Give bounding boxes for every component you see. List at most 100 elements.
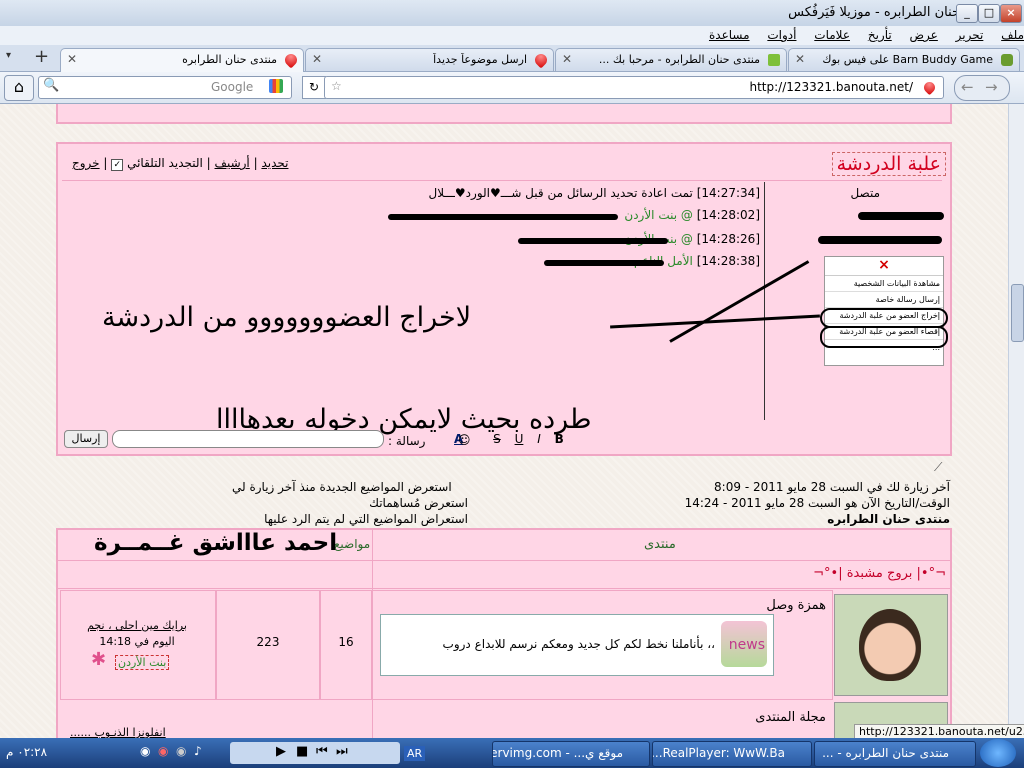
tray-icon[interactable]: ◉ — [158, 744, 168, 758]
posts-cell: 223 — [216, 590, 320, 700]
search-box[interactable]: 🔍 Google — [38, 76, 292, 99]
vertical-scrollbar[interactable] — [1008, 104, 1024, 738]
url-bar[interactable]: ☆ http://123321.banouta.net/ — [324, 76, 944, 99]
tab-list-icon[interactable]: ▾ — [6, 50, 11, 61]
send-button[interactable]: إرسال — [64, 430, 108, 448]
tab-close-icon[interactable]: ✕ — [67, 52, 77, 66]
annotation-kick-text: لاخراج العضووووووو من الدردشة — [102, 302, 472, 333]
language-indicator[interactable]: AR — [404, 746, 426, 761]
page-content: علبة الدردشة تحديد | أرشيف | التجديد الت… — [0, 104, 1008, 738]
forum-column-header: منتدى — [644, 537, 676, 552]
tab-close-icon[interactable]: ✕ — [312, 52, 322, 66]
tab-forum-active[interactable]: منتدى حنان الطرابره ✕ — [60, 48, 304, 72]
message-input[interactable] — [112, 430, 384, 448]
menu-tools[interactable]: أدوات — [767, 28, 796, 42]
last-post-time: اليوم في 14:18 — [99, 635, 175, 648]
menu-edit[interactable]: تحرير — [956, 28, 984, 42]
context-private-message[interactable]: إرسال رسالة خاصة — [825, 292, 943, 308]
context-view-profile[interactable]: مشاهدة البيانات الشخصية — [825, 276, 943, 292]
menu-file[interactable]: ملف — [1001, 28, 1024, 42]
header-divider — [58, 560, 950, 561]
tab-new-topic[interactable]: ارسل موضوعاً جديداً ✕ — [305, 48, 554, 71]
italic-button[interactable]: I — [537, 432, 541, 446]
kick-highlight-circle — [820, 308, 948, 328]
bold-button[interactable]: B — [555, 432, 564, 446]
maximize-button[interactable]: □ — [978, 4, 1000, 23]
last-visit-text: آخر زيارة لك في السبت 28 مايو 2011 - 8:0… — [714, 480, 950, 494]
my-posts-link[interactable]: استعرض مُساهماتك — [232, 496, 468, 510]
annotation-arrow — [669, 260, 810, 343]
last-post-title[interactable]: برايك مين احلى ، نجم — [69, 619, 205, 632]
google-icon — [269, 79, 283, 93]
reload-icon[interactable]: ↻ — [302, 76, 326, 99]
strike-button[interactable]: S — [493, 432, 501, 446]
chatbox-controls: تحديد | أرشيف | التجديد التلقائي ✓ | خرو… — [72, 156, 289, 171]
resize-handle-icon[interactable]: ⟋ — [934, 460, 942, 475]
unanswered-link[interactable]: استعراض المواضيع التي لم يتم الرد عليها — [232, 512, 468, 526]
scrollbar-thumb[interactable] — [1011, 284, 1024, 342]
menu-help[interactable]: مساعدة — [709, 28, 750, 42]
asterisk-icon: ✱ — [91, 649, 107, 670]
new-topics-link[interactable]: استعرض المواضيع الجديدة منذ آخر زيارة لي — [232, 480, 452, 494]
menu-bookmarks[interactable]: علامات — [814, 28, 850, 42]
last-post-user[interactable]: بنت الأردن — [115, 655, 170, 670]
user-list-separator — [764, 182, 765, 420]
task-forum[interactable]: منتدى حنان الطرابره - ... — [814, 741, 976, 767]
topics-cell: 16 — [320, 590, 372, 700]
close-button[interactable]: × — [1000, 4, 1022, 23]
search-icon: 🔍 — [43, 78, 60, 93]
back-arrow-icon[interactable]: ← — [961, 78, 974, 96]
auto-refresh-checkbox[interactable]: ✓ — [111, 159, 124, 171]
next-icon[interactable]: ⏭ — [336, 744, 348, 759]
start-button[interactable] — [980, 739, 1016, 767]
menu-items: ملف تحرير عرض تأريخ علامات أدوات مساعدة — [695, 28, 1024, 42]
tab-barn-buddy[interactable]: Barn Buddy Game على فيس بوك ✕ — [788, 48, 1020, 71]
system-tray: ◉ ◉ ◉ ♪ — [140, 744, 224, 762]
underline-button[interactable]: U — [515, 432, 524, 446]
heart-icon — [282, 51, 300, 69]
current-time-text: الوقت/التاريخ الآن هو السبت 28 مايو 2011… — [684, 496, 950, 510]
stop-icon[interactable]: ■ — [296, 744, 308, 759]
chat-icon — [768, 54, 780, 66]
posts-count: 223 — [256, 635, 280, 649]
tab-close-icon[interactable]: ✕ — [562, 52, 572, 66]
forum-title[interactable]: همزة وصل — [766, 598, 826, 613]
smiley-icon[interactable]: ☺ — [458, 433, 471, 447]
speaker-icon[interactable]: ♪ — [194, 744, 202, 758]
last-post-title[interactable]: انفلونزا الذنـوب ...... — [70, 726, 166, 738]
tray-icon[interactable]: ◉ — [140, 744, 150, 758]
online-label: متصل — [850, 186, 880, 200]
menu-bar: ملف تحرير عرض تأريخ علامات أدوات مساعدة — [0, 26, 1024, 45]
forum-title[interactable]: مجلة المنتدى — [755, 710, 826, 725]
refresh-link[interactable]: تحديد — [261, 156, 288, 170]
forward-arrow-icon[interactable]: → — [985, 78, 998, 96]
redaction-scribble — [518, 238, 668, 244]
tray-icon[interactable]: ◉ — [176, 744, 186, 758]
chatbox: علبة الدردشة تحديد | أرشيف | التجديد الت… — [56, 142, 952, 456]
tab-close-icon[interactable]: ✕ — [795, 52, 805, 66]
play-icon[interactable]: ▶ — [276, 744, 286, 759]
new-tab-button[interactable]: + — [34, 46, 49, 67]
prev-icon[interactable]: ⏮ — [316, 744, 328, 759]
minimize-button[interactable]: _ — [956, 4, 978, 23]
archive-link[interactable]: أرشيف — [215, 156, 250, 170]
back-forward-buttons: ← → — [954, 75, 1010, 101]
tab-welcome[interactable]: منتدى حنان الطرابره - مرحبا بك ... ✕ — [555, 48, 787, 71]
menu-view[interactable]: عرض — [910, 28, 938, 42]
heart-icon — [532, 51, 550, 69]
bookmark-star-icon[interactable]: ☆ — [331, 79, 342, 93]
menu-history[interactable]: تأريخ — [868, 28, 892, 42]
home-icon[interactable]: ⌂ — [4, 75, 34, 101]
task-realplayer[interactable]: RealPlayer: WwW.Ba... — [652, 741, 812, 767]
logout-link[interactable]: خروج — [72, 156, 100, 170]
taskbar: منتدى حنان الطرابره - ... RealPlayer: Ww… — [0, 738, 1024, 768]
topics-column-header: مواضيع — [334, 537, 371, 551]
window-titlebar: منتدى حنان الطرابره - موزيلا فَيَرفُكس _… — [0, 0, 1024, 26]
girl-photo — [859, 609, 921, 681]
media-toolbar: ▶ ■ ⏮ ⏭ — [230, 742, 400, 764]
top-pink-strip — [56, 104, 952, 124]
search-placeholder: Google — [211, 80, 254, 94]
chatbox-divider — [62, 180, 942, 181]
task-servimg[interactable]: موقع ي... - Servimg.com — [492, 741, 650, 767]
context-close-icon[interactable]: × — [825, 257, 943, 276]
